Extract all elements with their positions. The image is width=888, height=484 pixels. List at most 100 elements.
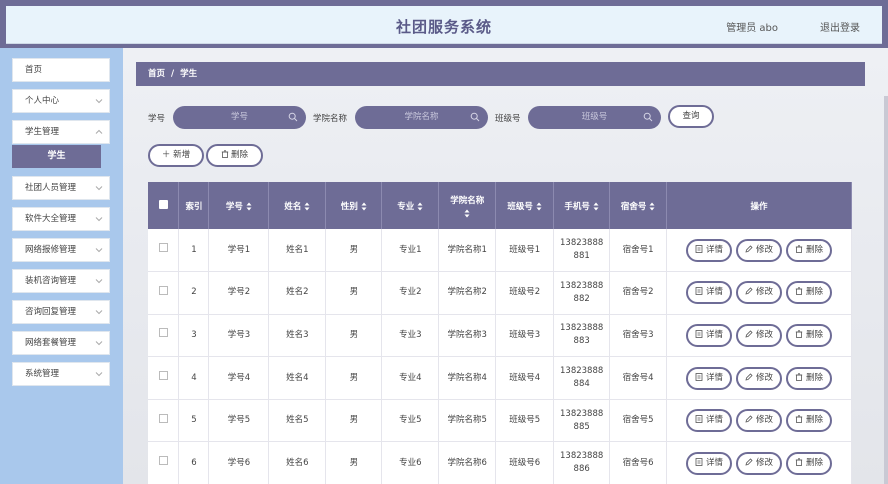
- col-gender[interactable]: 性别: [325, 182, 383, 229]
- sidebar-item-network-package-management[interactable]: 网络套餐管理: [12, 331, 110, 355]
- cell-dorm: 宿舍号3: [609, 314, 668, 358]
- delete-button[interactable]: 删除: [786, 323, 833, 347]
- cell-dorm: 宿舍号2: [609, 271, 668, 315]
- col-college[interactable]: 学院名称: [438, 182, 497, 229]
- cell-gender: 男: [325, 399, 383, 443]
- col-label: 性别: [340, 201, 358, 212]
- cell-name: 姓名3: [268, 314, 327, 358]
- phone-line-2: 881: [573, 251, 590, 262]
- scrollbar[interactable]: [884, 96, 888, 484]
- pencil-icon: [745, 287, 753, 295]
- edit-button[interactable]: 修改: [736, 366, 783, 390]
- cell-ops: 详情 修改 删除: [666, 441, 852, 484]
- edit-button[interactable]: 修改: [736, 238, 783, 262]
- cell-college: 学院名称4: [438, 356, 497, 400]
- detail-button[interactable]: 详情: [686, 366, 733, 390]
- cell-dorm: 宿舍号1: [609, 229, 668, 273]
- chevron-down-icon: [95, 99, 103, 104]
- row-select-cell[interactable]: [148, 356, 180, 400]
- cell-index: 1: [178, 229, 210, 273]
- row-checkbox[interactable]: [158, 328, 168, 338]
- trash-icon: [795, 415, 803, 424]
- sidebar-item-system-management[interactable]: 系统管理: [12, 362, 110, 386]
- sidebar-item-install-consult-management[interactable]: 装机咨询管理: [12, 269, 110, 293]
- edit-button[interactable]: 修改: [736, 451, 783, 475]
- phone-line-1: 13823888: [560, 451, 604, 462]
- college-label: 学院名称: [313, 114, 348, 124]
- edit-button[interactable]: 修改: [736, 323, 783, 347]
- row-checkbox[interactable]: [158, 371, 168, 381]
- sidebar-item-software-management[interactable]: 软件大全管理: [12, 207, 110, 231]
- row-checkbox[interactable]: [158, 285, 168, 295]
- cell-major: 专业4: [381, 356, 440, 400]
- col-major[interactable]: 专业: [381, 182, 440, 229]
- delete-selected-button[interactable]: 删除: [206, 144, 263, 167]
- select-all-cell[interactable]: [148, 182, 180, 229]
- sidebar-item-personal-center[interactable]: 个人中心: [12, 89, 110, 113]
- cell-student-no: 学号3: [208, 314, 270, 358]
- cell-major: 专业3: [381, 314, 440, 358]
- class-no-placeholder: 班级号: [581, 112, 608, 122]
- edit-button[interactable]: 修改: [736, 281, 783, 305]
- row-select-cell[interactable]: [148, 229, 180, 273]
- row-select-cell[interactable]: [148, 314, 180, 358]
- table-row: 3 学号3 姓名3 男 专业3 学院名称3 班级号3 13823888 883 宿…: [148, 314, 852, 358]
- row-select-cell[interactable]: [148, 441, 180, 484]
- breadcrumb-home[interactable]: 首页: [148, 69, 165, 79]
- detail-button[interactable]: 详情: [686, 238, 733, 262]
- sort-icon: [593, 202, 599, 210]
- cell-phone: 13823888 884: [553, 356, 611, 400]
- detail-button[interactable]: 详情: [686, 323, 733, 347]
- college-input[interactable]: 学院名称: [355, 106, 488, 129]
- document-icon: [695, 372, 703, 381]
- cell-phone: 13823888 882: [553, 271, 611, 315]
- sort-icon: [536, 202, 542, 210]
- detail-label: 详情: [706, 329, 724, 340]
- row-checkbox[interactable]: [158, 456, 168, 466]
- sidebar-item-student-management[interactable]: 学生管理: [12, 120, 110, 144]
- top-header: 社团服务系统 管理员 abo 退出登录: [6, 6, 882, 44]
- delete-button[interactable]: 删除: [786, 451, 833, 475]
- edit-button[interactable]: 修改: [736, 409, 783, 433]
- edit-label: 修改: [756, 329, 774, 340]
- add-button[interactable]: ＋ 新增: [148, 144, 204, 167]
- detail-button[interactable]: 详情: [686, 451, 733, 475]
- row-select-cell[interactable]: [148, 271, 180, 315]
- col-student-no[interactable]: 学号: [208, 182, 270, 229]
- search-icon: [288, 112, 298, 122]
- cell-name: 姓名6: [268, 441, 327, 484]
- student-no-input[interactable]: 学号: [173, 106, 306, 129]
- col-phone[interactable]: 手机号: [553, 182, 611, 229]
- delete-button[interactable]: 删除: [786, 238, 833, 262]
- sidebar-item-consult-reply-management[interactable]: 咨询回复管理: [12, 300, 110, 324]
- row-select-cell[interactable]: [148, 399, 180, 443]
- row-checkbox[interactable]: [158, 413, 168, 423]
- sidebar-item-club-member-management[interactable]: 社团人员管理: [12, 176, 110, 200]
- student-table: 索引 学号 姓名 性别 专业 学院名称 班级号 手机号 宿舍号 操作 1 学号1…: [148, 182, 852, 484]
- sidebar-item-home[interactable]: 首页: [12, 58, 110, 82]
- select-all-checkbox[interactable]: [158, 199, 168, 209]
- detail-button[interactable]: 详情: [686, 281, 733, 305]
- row-checkbox[interactable]: [158, 243, 168, 253]
- cell-class-no: 班级号5: [495, 399, 555, 443]
- class-no-input[interactable]: 班级号: [528, 106, 661, 129]
- document-icon: [695, 415, 703, 424]
- college-placeholder: 学院名称: [404, 112, 439, 122]
- sidebar-item-network-repair-management[interactable]: 网络报修管理: [12, 238, 110, 262]
- delete-button[interactable]: 删除: [786, 281, 833, 305]
- logout-link[interactable]: 退出登录: [820, 19, 860, 34]
- col-class-no[interactable]: 班级号: [495, 182, 555, 229]
- search-icon: [470, 112, 480, 122]
- detail-label: 详情: [706, 457, 724, 468]
- col-name[interactable]: 姓名: [268, 182, 327, 229]
- col-dorm[interactable]: 宿舍号: [609, 182, 668, 229]
- sidebar-subitem-student[interactable]: 学生: [12, 145, 101, 168]
- delete-button[interactable]: 删除: [786, 409, 833, 433]
- sidebar-item-label: 网络报修管理: [25, 245, 77, 255]
- detail-button[interactable]: 详情: [686, 409, 733, 433]
- cell-phone: 13823888 885: [553, 399, 611, 443]
- delete-button[interactable]: 删除: [786, 366, 833, 390]
- query-button[interactable]: 查询: [668, 105, 714, 128]
- phone-line-1: 13823888: [560, 280, 604, 291]
- search-icon: [643, 112, 653, 122]
